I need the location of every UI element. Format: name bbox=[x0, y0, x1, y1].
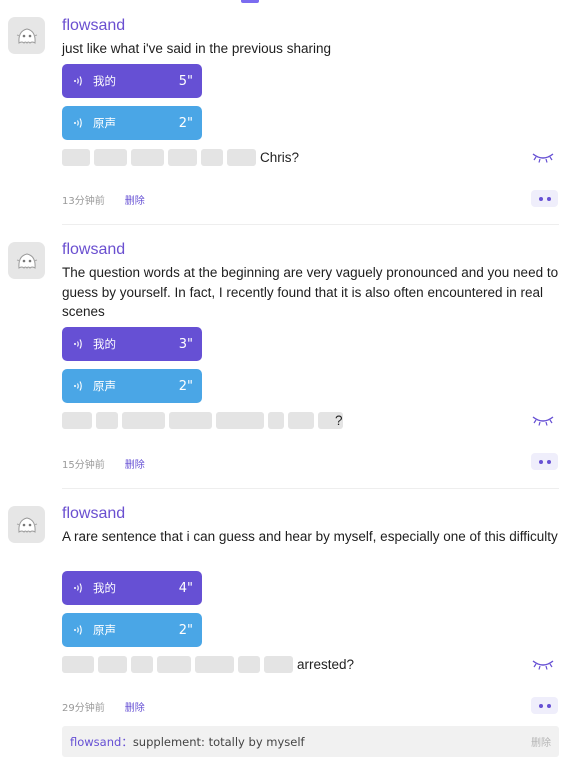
top-scroll-indicator bbox=[241, 0, 259, 3]
my-voice-label-2: 我的 bbox=[93, 337, 116, 351]
answer-row-1: Chris? bbox=[62, 148, 299, 166]
my-voice-duration-1: 5" bbox=[178, 73, 193, 89]
hidden-word-blank[interactable] bbox=[62, 411, 92, 429]
original-voice-button-2[interactable]: 原声 2" bbox=[62, 369, 202, 403]
original-voice-duration-2: 2" bbox=[178, 378, 193, 394]
original-voice-label-3: 原声 bbox=[93, 623, 116, 637]
original-voice-duration-1: 2" bbox=[178, 115, 193, 131]
original-voice-button-1[interactable]: 原声 2" bbox=[62, 106, 202, 140]
my-voice-duration-2: 3" bbox=[178, 336, 193, 352]
more-dots-icon bbox=[538, 459, 543, 464]
avatar-2[interactable] bbox=[8, 242, 45, 279]
answer-visible-text-3: arrested? bbox=[297, 656, 355, 672]
answer-row-3: arrested? bbox=[62, 655, 354, 673]
divider bbox=[62, 488, 559, 489]
more-dots-icon bbox=[538, 703, 543, 708]
my-voice-button-2[interactable]: 我的 3" bbox=[62, 327, 202, 361]
hidden-word-blank[interactable] bbox=[62, 655, 94, 673]
hidden-word-blank[interactable] bbox=[122, 411, 165, 429]
hidden-word-blank[interactable] bbox=[216, 411, 264, 429]
original-voice-duration-3: 2" bbox=[178, 622, 193, 638]
my-voice-button-1[interactable]: 我的 5" bbox=[62, 64, 202, 98]
sound-wave-icon bbox=[74, 339, 82, 349]
more-dots-icon bbox=[546, 459, 551, 464]
hidden-word-blank[interactable] bbox=[98, 655, 127, 673]
original-voice-label-1: 原声 bbox=[93, 116, 116, 130]
original-voice-label-2: 原声 bbox=[93, 379, 116, 393]
ghost-avatar-icon bbox=[16, 516, 37, 533]
closed-eye-icon[interactable] bbox=[531, 658, 555, 672]
username-1[interactable]: flowsand bbox=[62, 17, 125, 35]
my-voice-button-3[interactable]: 我的 4" bbox=[62, 571, 202, 605]
my-voice-label-3: 我的 bbox=[93, 581, 116, 595]
post-text-1: just like what i've said in the previous… bbox=[62, 41, 331, 56]
original-voice-button-3[interactable]: 原声 2" bbox=[62, 613, 202, 647]
hidden-word-blank[interactable] bbox=[131, 655, 153, 673]
closed-eye-icon[interactable] bbox=[531, 151, 555, 165]
username-2[interactable]: flowsand bbox=[62, 241, 125, 259]
my-voice-duration-3: 4" bbox=[178, 580, 193, 596]
hidden-word-blank[interactable] bbox=[227, 148, 256, 166]
post-text-2: The question words at the beginning are … bbox=[62, 265, 559, 319]
avatar-3[interactable] bbox=[8, 506, 45, 543]
hidden-word-blank[interactable] bbox=[195, 655, 234, 673]
delete-link-1[interactable]: 删除 bbox=[125, 192, 145, 207]
post-text-3: A rare sentence that i can guess and hea… bbox=[62, 529, 558, 544]
post-time-3: 29分钟前 bbox=[62, 703, 105, 714]
avatar-1[interactable] bbox=[8, 17, 45, 54]
more-dots-icon bbox=[546, 196, 551, 201]
post-time-2: 15分钟前 bbox=[62, 460, 105, 471]
post-meta-3: 29分钟前 删除 bbox=[62, 699, 145, 714]
reply-separator: ： bbox=[121, 734, 133, 749]
more-button-3[interactable] bbox=[531, 697, 558, 714]
divider bbox=[62, 224, 559, 225]
my-voice-label-1: 我的 bbox=[93, 74, 116, 88]
hidden-word-blank[interactable] bbox=[157, 655, 191, 673]
post-meta-2: 15分钟前 删除 bbox=[62, 456, 145, 471]
post-time-1: 13分钟前 bbox=[62, 196, 105, 207]
delete-link-3[interactable]: 删除 bbox=[125, 699, 145, 714]
post-meta-1: 13分钟前 删除 bbox=[62, 192, 145, 207]
hidden-word-blank[interactable] bbox=[288, 411, 314, 429]
more-button-1[interactable] bbox=[531, 190, 558, 207]
hidden-word-blank[interactable] bbox=[96, 411, 118, 429]
hidden-word-blank[interactable] bbox=[131, 148, 164, 166]
delete-link-2[interactable]: 删除 bbox=[125, 456, 145, 471]
hidden-word-blank[interactable] bbox=[264, 655, 293, 673]
sound-wave-icon bbox=[74, 76, 82, 86]
hidden-word-blank[interactable] bbox=[62, 148, 90, 166]
reply-comment[interactable]: flowsand ： supplement: totally by myself… bbox=[62, 726, 559, 757]
reply-username[interactable]: flowsand bbox=[70, 735, 121, 749]
hidden-word-blank[interactable] bbox=[238, 655, 260, 673]
sound-wave-icon bbox=[74, 625, 82, 635]
hidden-word-blank[interactable] bbox=[201, 148, 223, 166]
answer-visible-text-1: Chris? bbox=[260, 149, 300, 165]
sound-wave-icon bbox=[74, 381, 82, 391]
hidden-word-blank[interactable] bbox=[94, 148, 127, 166]
answer-visible-text-2: ? bbox=[335, 412, 343, 428]
more-button-2[interactable] bbox=[531, 453, 558, 470]
reply-delete-link[interactable]: 删除 bbox=[531, 734, 551, 749]
more-dots-icon bbox=[538, 196, 543, 201]
username-3[interactable]: flowsand bbox=[62, 505, 125, 523]
sound-wave-icon bbox=[74, 583, 82, 593]
reply-text: supplement: totally by myself bbox=[132, 734, 305, 749]
sound-wave-icon bbox=[74, 118, 82, 128]
closed-eye-icon[interactable] bbox=[531, 414, 555, 428]
more-dots-icon bbox=[546, 703, 551, 708]
hidden-word-blank[interactable] bbox=[169, 411, 212, 429]
answer-row-2: ? bbox=[62, 411, 343, 429]
ghost-avatar-icon bbox=[16, 27, 37, 44]
hidden-word-blank[interactable] bbox=[268, 411, 284, 429]
ghost-avatar-icon bbox=[16, 252, 37, 269]
hidden-word-blank[interactable] bbox=[168, 148, 197, 166]
